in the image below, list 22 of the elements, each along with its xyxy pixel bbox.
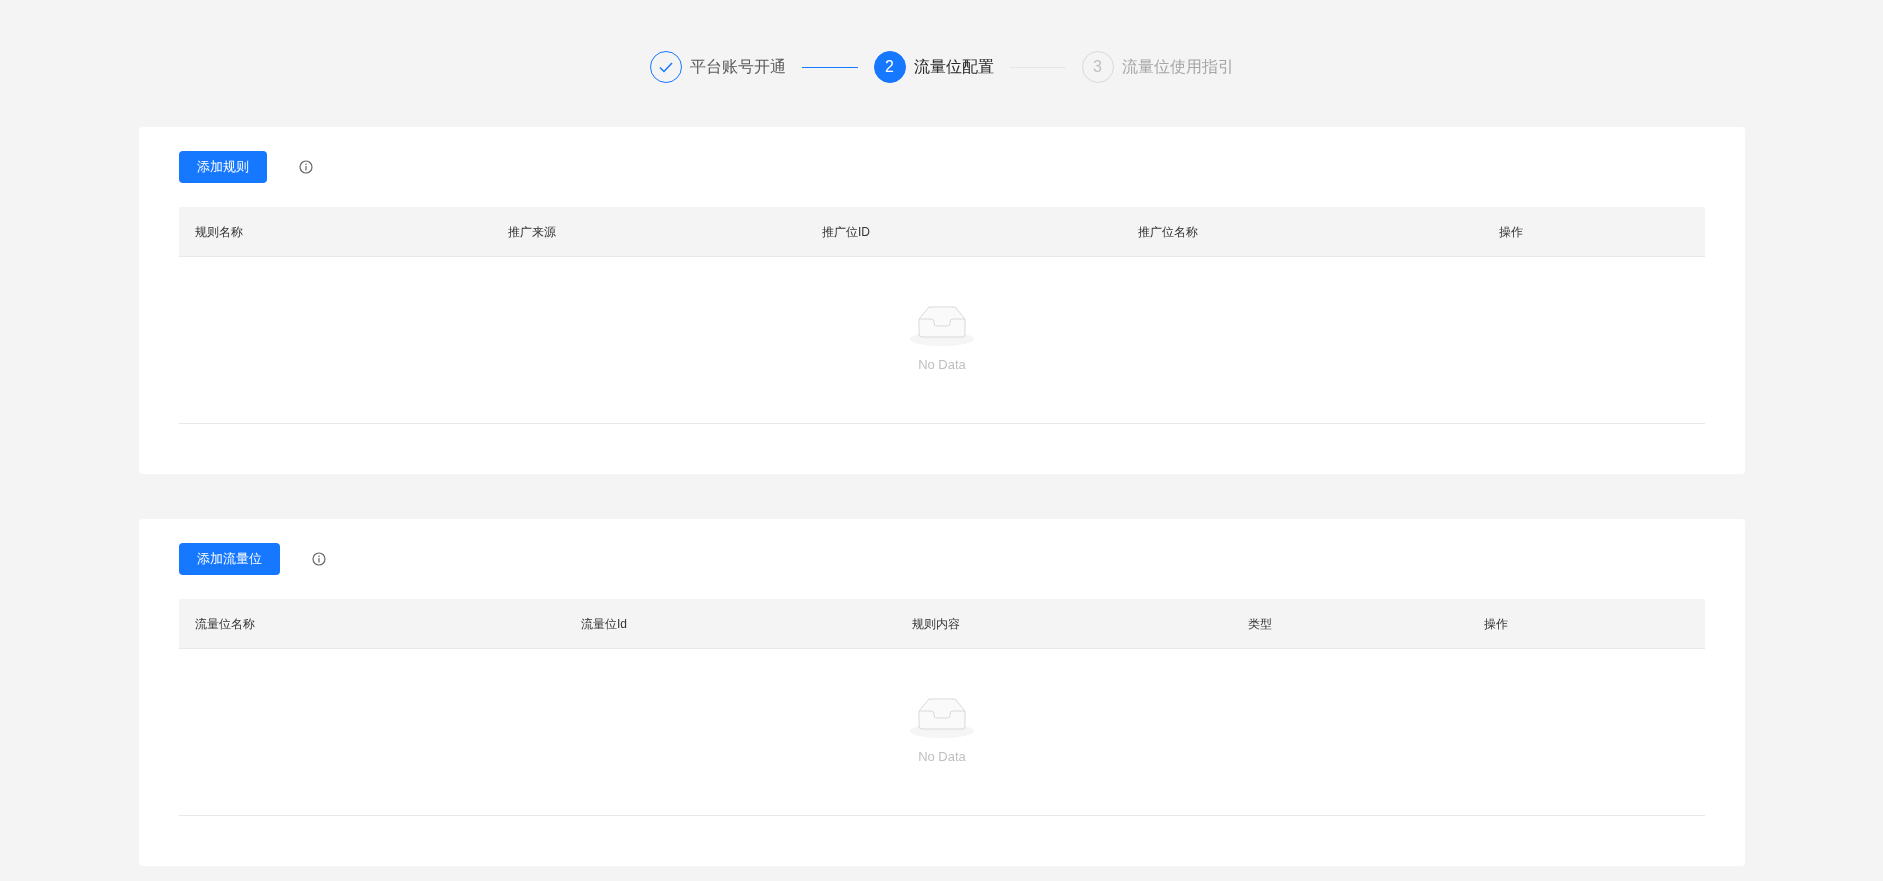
column-header: 操作 — [1498, 223, 1524, 241]
empty-text: No Data — [918, 748, 966, 766]
column-header: 流量位Id — [580, 615, 628, 633]
info-icon — [312, 552, 326, 566]
column-header: 操作 — [1483, 615, 1509, 633]
add-button[interactable]: 添加流量位 — [179, 543, 280, 575]
column-header: 规则内容 — [911, 615, 961, 633]
column-header: 推广位名称 — [1137, 223, 1199, 241]
empty-text: No Data — [918, 356, 966, 374]
empty-inbox-icon — [910, 306, 974, 347]
column-header: 推广位ID — [821, 223, 871, 241]
column-header: 流量位名称 — [194, 615, 256, 633]
info-icon — [299, 160, 313, 174]
step-title: 流量位使用指引 — [1121, 57, 1234, 77]
column-header: 推广来源 — [507, 223, 557, 241]
empty-inbox-icon — [910, 698, 974, 739]
column-header: 类型 — [1247, 615, 1273, 633]
step-title: 平台账号开通 — [689, 57, 786, 77]
step-number: 2 — [873, 51, 906, 83]
add-button[interactable]: 添加规则 — [179, 151, 267, 183]
column-header: 规则名称 — [194, 223, 244, 241]
step-title: 流量位配置 — [913, 57, 994, 77]
